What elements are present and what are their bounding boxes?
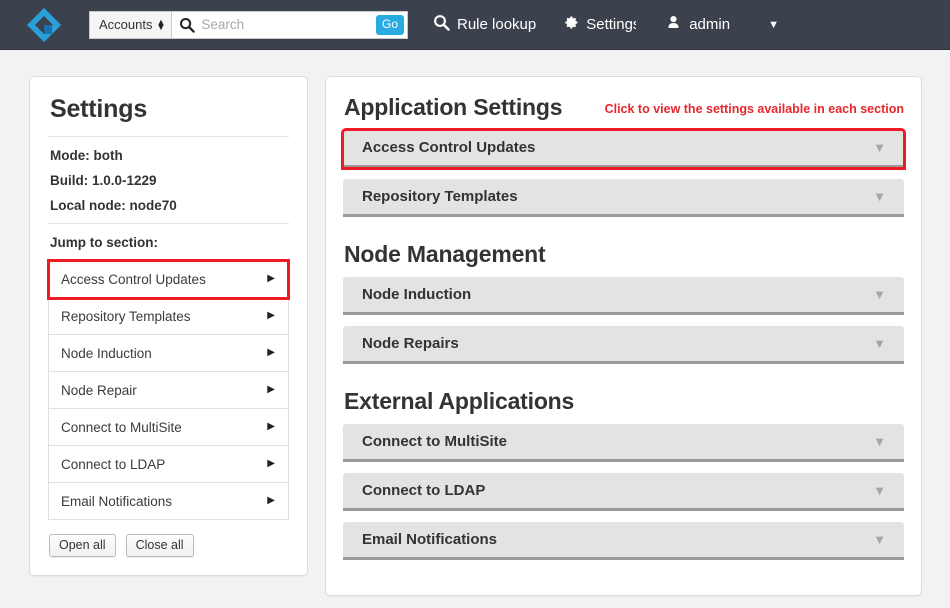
user-name-label: admin bbox=[689, 16, 731, 33]
chevron-down-icon: ▼ bbox=[873, 483, 886, 498]
divider bbox=[48, 136, 289, 137]
chevron-down-icon: ▼ bbox=[873, 140, 886, 155]
section-heading-node-management: Node Management bbox=[344, 241, 546, 267]
diamond-logo-icon[interactable] bbox=[21, 2, 67, 48]
triangle-right-icon: ▶ bbox=[267, 310, 275, 321]
accordion-label: Email Notifications bbox=[362, 531, 498, 548]
chevron-down-icon: ▼ bbox=[873, 434, 886, 449]
settings-main-panel: Click to view the settings available in … bbox=[325, 76, 922, 596]
accordion-label: Connect to MultiSite bbox=[362, 433, 507, 450]
accordion-header[interactable]: Node Induction ▼ bbox=[343, 277, 904, 315]
triangle-right-icon: ▶ bbox=[267, 495, 275, 506]
sidebar-item-label: Connect to LDAP bbox=[61, 456, 166, 472]
chevron-down-icon[interactable]: ▼ bbox=[768, 19, 779, 31]
accordion-label: Node Repairs bbox=[362, 335, 459, 352]
triangle-right-icon: ▶ bbox=[267, 458, 275, 469]
chevron-down-icon: ▼ bbox=[873, 189, 886, 204]
sidebar-item-label: Node Repair bbox=[61, 382, 137, 398]
accordion-email-notifications[interactable]: Email Notifications ▼ bbox=[343, 522, 904, 560]
rule-lookup-link[interactable]: Rule lookup bbox=[433, 0, 536, 49]
user-menu[interactable]: admin bbox=[665, 0, 730, 49]
search-icon bbox=[172, 12, 199, 38]
chevron-down-icon: ▼ bbox=[873, 532, 886, 547]
sidebar-item-label: Email Notifications bbox=[61, 493, 173, 509]
top-navigation-bar: Accounts ▲▼ Go Rule lookup bbox=[0, 0, 950, 50]
accordion-label: Access Control Updates bbox=[362, 139, 536, 156]
accordion-label: Node Induction bbox=[362, 286, 472, 303]
updown-arrows-icon: ▲ ▼ bbox=[156, 17, 166, 32]
info-mode: Mode: both bbox=[50, 148, 123, 163]
sidebar-button-row: Open all Close all bbox=[49, 534, 289, 557]
divider bbox=[48, 223, 289, 224]
triangle-right-icon: ▶ bbox=[267, 421, 275, 432]
jump-to-section-label: Jump to section: bbox=[50, 235, 159, 250]
accordion-header[interactable]: Connect to LDAP ▼ bbox=[343, 473, 904, 511]
search-scope-dropdown[interactable]: Accounts ▲ ▼ bbox=[90, 11, 173, 38]
accordion-node-induction[interactable]: Node Induction ▼ bbox=[343, 277, 904, 315]
sidebar-item-label: Repository Templates bbox=[61, 308, 191, 324]
section-heading-external-applications: External Applications bbox=[344, 388, 575, 414]
accordion-node-repairs[interactable]: Node Repairs ▼ bbox=[343, 326, 904, 364]
global-search-bar[interactable]: Accounts ▲▼ Go bbox=[89, 10, 408, 39]
triangle-right-icon: ▶ bbox=[267, 273, 275, 284]
accordion-repository-templates[interactable]: Repository Templates ▼ bbox=[343, 179, 904, 217]
settings-label: Settings bbox=[586, 16, 637, 33]
chevron-down-icon: ▼ bbox=[873, 336, 886, 351]
search-input[interactable] bbox=[199, 11, 376, 38]
accordion-label: Connect to LDAP bbox=[362, 482, 486, 499]
accordion-header[interactable]: Node Repairs ▼ bbox=[343, 326, 904, 364]
sidebar-item-label: Access Control Updates bbox=[61, 271, 206, 287]
accordion-connect-to-multisite[interactable]: Connect to MultiSite ▼ bbox=[343, 424, 904, 462]
gear-icon bbox=[562, 14, 579, 35]
accordion-header[interactable]: Email Notifications ▼ bbox=[343, 522, 904, 560]
info-local-node: Local node: node70 bbox=[50, 198, 177, 213]
accordion-access-control-updates[interactable]: Access Control Updates ▼ bbox=[341, 128, 906, 170]
accordion-header[interactable]: Access Control Updates ▼ bbox=[341, 128, 906, 170]
jump-to-section-list: Access Control Updates ▶ Repository Temp… bbox=[47, 259, 290, 520]
sidebar-item-repository-templates[interactable]: Repository Templates ▶ bbox=[49, 298, 288, 335]
sidebar-item-node-induction[interactable]: Node Induction ▶ bbox=[49, 335, 288, 372]
accordion-label: Repository Templates bbox=[362, 188, 518, 205]
sidebar-item-email-notifications[interactable]: Email Notifications ▶ bbox=[49, 483, 288, 520]
user-icon bbox=[665, 14, 682, 35]
page-title: Settings bbox=[50, 95, 148, 123]
settings-link[interactable]: Settings bbox=[562, 0, 636, 49]
accordion-header[interactable]: Repository Templates ▼ bbox=[343, 179, 904, 217]
rule-lookup-label: Rule lookup bbox=[457, 16, 537, 33]
accordion-connect-to-ldap[interactable]: Connect to LDAP ▼ bbox=[343, 473, 904, 511]
sidebar-item-node-repair[interactable]: Node Repair ▶ bbox=[49, 372, 288, 409]
annotation-callout: Click to view the settings available in … bbox=[604, 102, 904, 116]
info-build: Build: 1.0.0-1229 bbox=[50, 173, 157, 188]
sidebar-item-connect-to-multisite[interactable]: Connect to MultiSite ▶ bbox=[49, 409, 288, 446]
search-go-button[interactable]: Go bbox=[375, 14, 404, 35]
sidebar-item-label: Connect to MultiSite bbox=[61, 419, 182, 435]
triangle-right-icon: ▶ bbox=[267, 384, 275, 395]
open-all-button[interactable]: Open all bbox=[49, 534, 116, 557]
search-icon bbox=[433, 14, 450, 35]
page-content: Settings Mode: both Build: 1.0.0-1229 Lo… bbox=[0, 50, 950, 596]
sidebar-item-label: Node Induction bbox=[61, 345, 152, 361]
sidebar-item-connect-to-ldap[interactable]: Connect to LDAP ▶ bbox=[49, 446, 288, 483]
settings-sidebar-panel: Settings Mode: both Build: 1.0.0-1229 Lo… bbox=[29, 76, 308, 576]
search-scope-label: Accounts bbox=[99, 17, 153, 32]
chevron-down-icon: ▼ bbox=[873, 287, 886, 302]
accordion-header[interactable]: Connect to MultiSite ▼ bbox=[343, 424, 904, 462]
close-all-button[interactable]: Close all bbox=[125, 534, 194, 557]
triangle-right-icon: ▶ bbox=[267, 347, 275, 358]
sidebar-item-access-control-updates[interactable]: Access Control Updates ▶ bbox=[47, 259, 290, 300]
